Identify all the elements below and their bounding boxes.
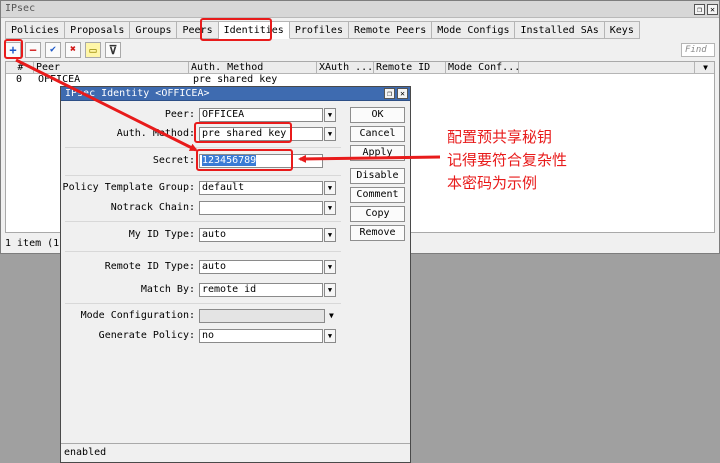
arrow-note-to-secret (298, 154, 441, 163)
annotation-line-3: 本密码为示例 (447, 174, 538, 192)
annotation-line-2: 记得要符合复杂性 (447, 151, 568, 169)
annotation-line-1: 配置预共享秘钥 (447, 128, 553, 146)
annotation-arrows (15, 58, 441, 163)
arrow-add-to-secret (15, 58, 198, 152)
